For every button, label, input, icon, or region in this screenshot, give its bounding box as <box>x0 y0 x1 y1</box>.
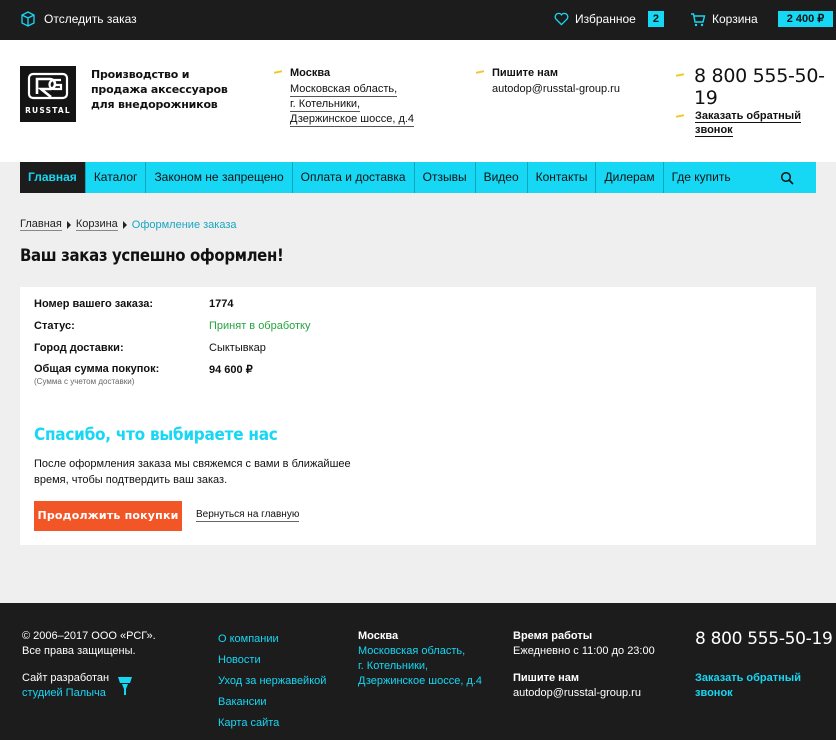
header-email-label: Пишите нам <box>492 67 559 79</box>
nav-item-video[interactable]: Видео <box>476 162 528 193</box>
header-callback-link[interactable]: Заказать обратный звонок <box>695 109 801 137</box>
footer-address-line: Дзержинское шоссе, д.4 <box>358 675 483 687</box>
header-email-link[interactable]: autodop@russtal-group.ru <box>492 83 620 95</box>
footer-link-about[interactable]: О компании <box>218 633 279 645</box>
cart-icon <box>691 12 706 26</box>
box-icon <box>21 11 35 27</box>
thanks-title: Спасибо, что выбираете нас <box>34 425 278 445</box>
nav-item-catalog[interactable]: Каталог <box>86 162 147 193</box>
breadcrumb: Главная Корзина Оформление заказа <box>20 218 237 231</box>
search-icon <box>780 171 794 185</box>
track-order-label: Отследить заказ <box>44 12 137 26</box>
search-button[interactable] <box>758 162 816 193</box>
developer-studio-icon <box>118 677 132 695</box>
nav-item-payment-delivery[interactable]: Оплата и доставка <box>293 162 415 193</box>
nav-item-home[interactable]: Главная <box>20 162 86 193</box>
header-address-line: г. Котельники, <box>290 98 361 112</box>
order-number-label: Номер вашего заказа: <box>34 298 154 310</box>
footer-callback-link[interactable]: Заказать обратный звонок <box>695 671 801 701</box>
nav-item-where-to-buy[interactable]: Где купить <box>664 162 739 193</box>
back-to-home-link[interactable]: Вернуться на главную <box>196 509 300 522</box>
breadcrumb-current: Оформление заказа <box>131 218 237 231</box>
footer-email-link[interactable]: autodop@russtal-group.ru <box>513 687 641 699</box>
continue-shopping-button[interactable]: Продолжить покупки <box>34 501 182 531</box>
order-sum-value: 94 600 ₽ <box>209 364 253 376</box>
header-phone[interactable]: 8 800 555-50-19 <box>694 65 836 109</box>
footer-hours-label: Время работы <box>513 630 593 642</box>
favorites-count-badge: 2 <box>647 11 664 27</box>
site-logo[interactable]: RUSSTAL <box>20 66 76 122</box>
top-bar: Отследить заказ Избранное 2 Корзина 2 40… <box>0 0 836 40</box>
order-number-value: 1774 <box>209 298 234 310</box>
developer-link[interactable]: студией Палыча <box>22 687 106 699</box>
footer-address-line: Московская область, <box>358 645 466 657</box>
favorites-link[interactable]: Избранное 2 <box>554 11 664 27</box>
footer-link-vacancies[interactable]: Вакансии <box>218 696 267 708</box>
footer-copyright: © 2006–2017 ООО «РСГ». Все права защищен… <box>22 629 156 659</box>
header-address-link[interactable]: Московская область, г. Котельники, Дзерж… <box>290 83 415 127</box>
nav-item-contacts[interactable]: Контакты <box>528 162 597 193</box>
site-tagline: Производство и продажа аксессуаров для в… <box>91 68 228 111</box>
header-address-line: Московская область, <box>290 83 398 97</box>
order-status-label: Статус: <box>34 320 75 332</box>
breadcrumb-home[interactable]: Главная <box>20 218 62 231</box>
page-title: Ваш заказ успешно оформлен! <box>20 246 284 266</box>
breadcrumb-arrow-icon <box>122 220 127 229</box>
nav-item-legal[interactable]: Законом не запрещено <box>146 162 293 193</box>
footer-email-label: Пишите нам <box>513 672 580 684</box>
track-order-link[interactable]: Отследить заказ <box>20 11 137 27</box>
main-nav: Главная Каталог Законом не запрещено Опл… <box>20 162 816 193</box>
footer-phone[interactable]: 8 800 555-50-19 <box>695 629 833 649</box>
nav-item-dealers[interactable]: Дилерам <box>596 162 664 193</box>
footer-address-line: г. Котельники, <box>358 660 429 672</box>
order-sum-label: Общая сумма покупок: <box>34 363 160 375</box>
order-summary-card: Номер вашего заказа: 1774 Статус: Принят… <box>20 287 816 545</box>
callback-line: Заказать обратный <box>695 110 801 123</box>
cart-total-badge: 2 400 ₽ <box>777 11 834 27</box>
footer-developer: Сайт разработан студией Палыча <box>22 671 109 701</box>
thanks-text: После оформления заказа мы свяжемся с ва… <box>34 458 351 486</box>
order-sum-note: (Сумма с учетом доставки) <box>34 377 135 386</box>
heart-icon <box>554 12 569 26</box>
footer-link-care[interactable]: Уход за нержавейкой <box>218 675 326 687</box>
cart-link[interactable]: Корзина 2 400 ₽ <box>690 11 834 27</box>
header-address-block: Москва Московская область, г. Котельники… <box>273 66 415 127</box>
footer-callback-line: звонок <box>695 687 733 699</box>
delivery-city-label: Город доставки: <box>34 342 124 354</box>
favorites-label: Избранное <box>575 12 636 26</box>
footer-city: Москва <box>358 630 399 642</box>
callback-line: звонок <box>695 124 733 137</box>
footer-address-link[interactable]: Московская область, г. Котельники, Дзерж… <box>358 645 482 687</box>
header-address-line: Дзержинское шоссе, д.4 <box>290 113 415 127</box>
header-city: Москва <box>290 67 331 79</box>
footer-address: Москва Московская область, г. Котельники… <box>358 629 482 689</box>
site-footer: © 2006–2017 ООО «РСГ». Все права защищен… <box>0 603 836 740</box>
yellow-dash-icon <box>675 114 685 118</box>
footer-link-news[interactable]: Новости <box>218 654 261 666</box>
order-status-value: Принят в обработку <box>209 320 311 332</box>
yellow-dash-icon <box>675 73 685 77</box>
copyright-line: Все права защищены. <box>22 645 136 657</box>
site-header: RUSSTAL Производство и продажа аксессуар… <box>0 40 836 162</box>
breadcrumb-cart[interactable]: Корзина <box>75 218 118 231</box>
yellow-dash-icon <box>475 70 485 74</box>
yellow-dash-icon <box>273 70 283 74</box>
cart-label: Корзина <box>712 12 758 26</box>
delivery-city-value: Сыктывкар <box>209 342 266 354</box>
footer-links: О компании Новости Уход за нержавейкой В… <box>218 629 326 734</box>
footer-hours-email: Время работы Ежедневно с 11:00 до 23:00 … <box>513 629 655 701</box>
developer-label: Сайт разработан <box>22 672 110 684</box>
logo-wordmark: RUSSTAL <box>25 106 71 115</box>
footer-hours-value: Ежедневно с 11:00 до 23:00 <box>513 645 655 657</box>
breadcrumb-arrow-icon <box>66 220 71 229</box>
copyright-line: © 2006–2017 ООО «РСГ». <box>22 630 156 642</box>
footer-link-sitemap[interactable]: Карта сайта <box>218 717 279 729</box>
footer-callback-line: Заказать обратный <box>695 672 801 684</box>
header-email-block: Пишите нам autodop@russtal-group.ru <box>475 66 620 96</box>
nav-item-reviews[interactable]: Отзывы <box>415 162 476 193</box>
